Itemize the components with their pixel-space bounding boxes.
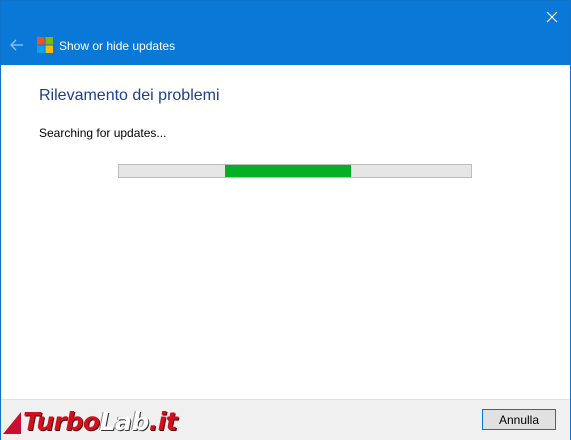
cancel-button[interactable]: Annulla: [482, 409, 556, 430]
watermark-text-turbo: Turbo: [23, 406, 100, 436]
close-icon: [546, 11, 558, 23]
status-text: Searching for updates...: [39, 126, 167, 140]
dialog-window: Show or hide updates Rilevamento dei pro…: [0, 0, 571, 440]
windows-logo-icon: [37, 37, 53, 53]
close-button[interactable]: [540, 5, 564, 29]
page-title: Rilevamento dei problemi: [39, 87, 220, 104]
title-bar: Show or hide updates: [1, 1, 570, 65]
back-button[interactable]: [7, 35, 27, 55]
watermark-logo: Turbo Lab .it: [3, 405, 178, 437]
window-title: Show or hide updates: [59, 39, 176, 53]
watermark-text-lab: Lab: [99, 406, 150, 436]
back-arrow-icon: [10, 39, 23, 51]
progress-bar: [118, 164, 472, 178]
progress-bar-fill: [224, 165, 352, 177]
watermark-text-it: .it: [148, 406, 178, 436]
watermark-triangle-icon: [3, 412, 21, 434]
